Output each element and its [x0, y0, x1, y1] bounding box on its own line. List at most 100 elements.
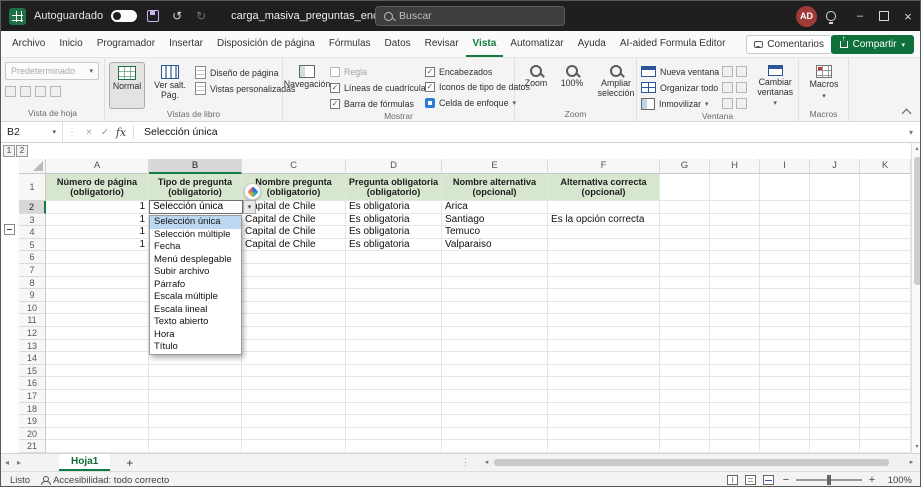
save-icon[interactable]	[145, 8, 161, 24]
cell-a17[interactable]	[46, 390, 149, 403]
formula-bar-expand-icon[interactable]	[902, 128, 920, 137]
cell-d4[interactable]: Es obligatoria	[346, 226, 442, 239]
ribbon-tab-disposicion-de-pagina[interactable]: Disposición de página	[210, 31, 322, 57]
row-header-15[interactable]: 15	[19, 365, 46, 378]
cell-f21[interactable]	[548, 440, 660, 453]
checkbox-lineas-de-cuadricula[interactable]: Líneas de cuadrícula	[330, 80, 422, 95]
scroll-right-arrow[interactable]	[906, 457, 917, 468]
cell-a5[interactable]: 1	[46, 239, 149, 252]
cell-d9[interactable]	[346, 289, 442, 302]
cell-j14[interactable]	[810, 352, 860, 365]
dropdown-option-menu-desplegable[interactable]: Menú desplegable	[150, 254, 241, 267]
ribbon-tab-archivo[interactable]: Archivo	[5, 31, 52, 57]
cell-a19[interactable]	[46, 415, 149, 428]
cell-g14[interactable]	[660, 352, 710, 365]
cell-j1[interactable]	[810, 174, 860, 201]
sheet-view-dropdown[interactable]: Predeterminado	[5, 62, 99, 80]
cell-d12[interactable]	[346, 327, 442, 340]
dropdown-option-hora[interactable]: Hora	[150, 329, 241, 342]
cell-f12[interactable]	[548, 327, 660, 340]
cell-k20[interactable]	[860, 428, 911, 441]
cell-g4[interactable]	[660, 226, 710, 239]
add-sheet-button[interactable]: +	[126, 456, 133, 470]
cell-h15[interactable]	[710, 365, 760, 378]
cell-j16[interactable]	[810, 377, 860, 390]
sheet-view-options-icon[interactable]	[50, 86, 61, 97]
zoom-button[interactable]: Zoom	[519, 62, 553, 109]
row-header-1[interactable]: 1	[19, 174, 46, 201]
cell-d16[interactable]	[346, 377, 442, 390]
cell-g5[interactable]	[660, 239, 710, 252]
macros-button[interactable]: Macros	[803, 62, 845, 109]
checkbox-regla[interactable]: Regla	[330, 64, 422, 79]
cell-k6[interactable]	[860, 251, 911, 264]
cell-e11[interactable]	[442, 314, 548, 327]
cell-j19[interactable]	[810, 415, 860, 428]
zoom-in-button[interactable]: +	[867, 474, 877, 486]
insert-function-icon[interactable]	[113, 126, 129, 139]
cell-i6[interactable]	[760, 251, 810, 264]
cell-h1[interactable]	[710, 174, 760, 201]
row-header-9[interactable]: 9	[19, 289, 46, 302]
cell-k16[interactable]	[860, 377, 911, 390]
cell-c20[interactable]	[242, 428, 346, 441]
row-header-21[interactable]: 21	[19, 440, 46, 453]
cell-c6[interactable]	[242, 251, 346, 264]
cell-i11[interactable]	[760, 314, 810, 327]
cell-j3[interactable]	[810, 214, 860, 227]
column-header-k[interactable]: K	[860, 159, 911, 174]
cell-a1[interactable]: Número de página (obligatorio)	[46, 174, 149, 201]
cell-f8[interactable]	[548, 277, 660, 290]
cell-e21[interactable]	[442, 440, 548, 453]
cell-k14[interactable]	[860, 352, 911, 365]
cell-d18[interactable]	[346, 403, 442, 416]
cell-k13[interactable]	[860, 340, 911, 353]
row-header-7[interactable]: 7	[19, 264, 46, 277]
cell-k12[interactable]	[860, 327, 911, 340]
cell-d13[interactable]	[346, 340, 442, 353]
cell-f5[interactable]	[548, 239, 660, 252]
cell-f4[interactable]	[548, 226, 660, 239]
cell-h12[interactable]	[710, 327, 760, 340]
previous-sheet-arrow[interactable]	[1, 458, 13, 467]
cell-f1[interactable]: Alternativa correcta (opcional)	[548, 174, 660, 201]
cell-a12[interactable]	[46, 327, 149, 340]
cell-d21[interactable]	[346, 440, 442, 453]
scroll-up-arrow[interactable]	[912, 143, 921, 155]
cell-c9[interactable]	[242, 289, 346, 302]
cell-e18[interactable]	[442, 403, 548, 416]
row-header-6[interactable]: 6	[19, 251, 46, 264]
cell-g9[interactable]	[660, 289, 710, 302]
zoom-slider[interactable]	[796, 479, 862, 481]
zoom-to-selection-button[interactable]: Ampliar selección	[591, 62, 641, 109]
ribbon-tab-programador[interactable]: Programador	[90, 31, 162, 57]
column-header-b[interactable]: B	[149, 159, 242, 174]
ribbon-tab-vista[interactable]: Vista	[466, 31, 504, 57]
cell-k10[interactable]	[860, 302, 911, 315]
cell-h16[interactable]	[710, 377, 760, 390]
cell-d8[interactable]	[346, 277, 442, 290]
cell-k8[interactable]	[860, 277, 911, 290]
cell-i19[interactable]	[760, 415, 810, 428]
cell-e2[interactable]: Arica	[442, 201, 548, 214]
cancel-icon[interactable]	[81, 127, 97, 138]
cell-h20[interactable]	[710, 428, 760, 441]
cell-h19[interactable]	[710, 415, 760, 428]
cell-d11[interactable]	[346, 314, 442, 327]
cell-a10[interactable]	[46, 302, 149, 315]
dropdown-option-titulo[interactable]: Título	[150, 341, 241, 354]
cell-a3[interactable]: 1	[46, 214, 149, 227]
scroll-left-arrow[interactable]	[481, 457, 492, 468]
dropdown-option-seleccion-multiple[interactable]: Selección múltiple	[150, 229, 241, 242]
row-header-19[interactable]: 19	[19, 415, 46, 428]
navigation-button[interactable]: Navegación	[287, 62, 327, 109]
row-header-16[interactable]: 16	[19, 377, 46, 390]
row-header-8[interactable]: 8	[19, 277, 46, 290]
cell-k18[interactable]	[860, 403, 911, 416]
dropdown-option-escala-lineal[interactable]: Escala lineal	[150, 304, 241, 317]
ribbon-tab-insertar[interactable]: Insertar	[162, 31, 210, 57]
cell-b1[interactable]: Tipo de pregunta (obligatorio)	[149, 174, 242, 201]
cell-j6[interactable]	[810, 251, 860, 264]
dropdown-option-seleccion-unica[interactable]: Selección única	[150, 216, 241, 229]
cell-a18[interactable]	[46, 403, 149, 416]
